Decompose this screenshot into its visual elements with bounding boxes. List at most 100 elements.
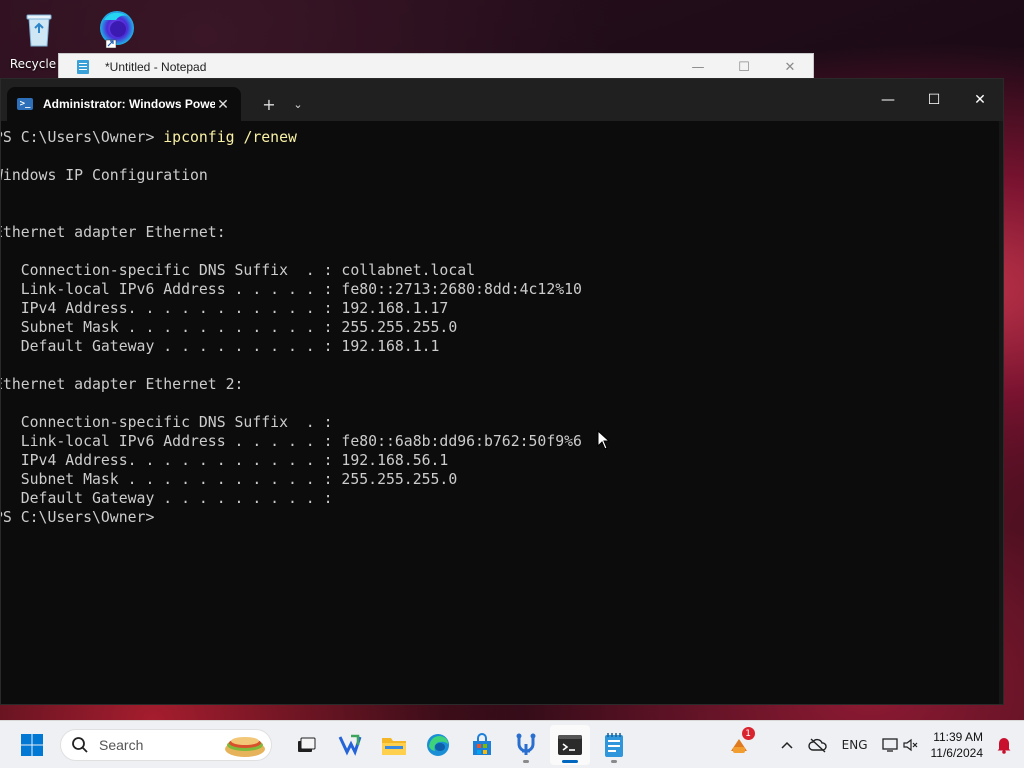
taskbar-app-microsoft-store[interactable] — [462, 725, 502, 765]
terminal-minimize-button[interactable]: — — [865, 79, 911, 121]
console-line: Link-local IPv6 Address . . . . . : fe80… — [1, 432, 582, 451]
terminal-icon — [558, 734, 582, 755]
console-line-text: Connection-specific DNS Suffix . : colla… — [1, 262, 476, 279]
console-line-text: Default Gateway . . . . . . . . . : — [1, 490, 333, 507]
console-command: ipconfig /renew — [163, 129, 297, 146]
console-line-text: Link-local IPv6 Address . . . . . : fe80… — [1, 281, 582, 298]
search-icon — [72, 736, 88, 753]
taskbar-app-file-explorer[interactable] — [374, 725, 414, 765]
console-line: PS C:\Users\Owner> ipconfig /renew — [1, 128, 582, 147]
new-tab-button[interactable]: + — [251, 87, 287, 121]
console-output[interactable]: PS C:\Users\Owner> ipconfig /renew​Windo… — [1, 121, 1003, 704]
system-tray: 1 ENG 11:39 AM 11/6/2024 — [719, 721, 1024, 768]
cloud-offline-icon — [807, 738, 827, 753]
language-indicator[interactable]: ENG — [835, 725, 875, 765]
recycle-bin-icon — [26, 14, 52, 47]
console-line: ​ — [1, 394, 582, 413]
clock[interactable]: 11:39 AM 11/6/2024 — [925, 729, 990, 761]
browser-shortcut[interactable] — [80, 6, 150, 55]
running-indicator — [523, 759, 529, 763]
console-line-text: Default Gateway . . . . . . . . . : 192.… — [1, 338, 440, 355]
search-highlight-icon — [225, 736, 265, 757]
quick-settings-button[interactable] — [875, 725, 925, 765]
terminal-maximize-button[interactable]: ☐ — [911, 79, 957, 121]
console-line: Subnet Mask . . . . . . . . . . . : 255.… — [1, 470, 582, 489]
console-line-text: Connection-specific DNS Suffix . : — [1, 414, 333, 431]
notepad-icon — [77, 60, 89, 74]
console-scrollbar[interactable] — [999, 121, 1003, 704]
clock-date: 11/6/2024 — [930, 746, 984, 760]
taskbar-app-visual-studio[interactable] — [330, 725, 370, 765]
console-line: Connection-specific DNS Suffix . : colla… — [1, 261, 582, 280]
console-line: Windows IP Configuration — [1, 166, 582, 185]
folder-icon — [382, 737, 406, 755]
taskbar-app-network-app[interactable] — [506, 725, 546, 765]
console-line-text: Windows IP Configuration — [1, 167, 208, 184]
notepad-title: *Untitled - Notepad — [105, 60, 207, 74]
console-line-text: Link-local IPv6 Address . . . . . : fe80… — [1, 433, 582, 450]
notepad-app-icon — [605, 732, 623, 757]
visual-studio-icon — [338, 734, 362, 756]
network-app-icon — [516, 733, 536, 755]
active-indicator — [562, 759, 578, 763]
console-line: Subnet Mask . . . . . . . . . . . : 255.… — [1, 318, 582, 337]
terminal-window[interactable]: >_ Administrator: Windows Powe ✕ + ⌄ — ☐… — [0, 78, 1004, 705]
taskbar-app-task-view[interactable] — [286, 725, 326, 765]
bell-alert-icon — [997, 738, 1011, 754]
console-line: IPv4 Address. . . . . . . . . . . : 192.… — [1, 299, 582, 318]
console-line: Ethernet adapter Ethernet: — [1, 223, 582, 242]
console-line: PS C:\Users\Owner> — [1, 508, 582, 527]
tab-title: Administrator: Windows Powe — [43, 97, 215, 111]
console-line-text: Ethernet adapter Ethernet: — [1, 224, 226, 241]
show-hidden-icons-button[interactable] — [773, 725, 801, 765]
onedrive-button[interactable] — [801, 725, 835, 765]
taskbar: Search 1 ENG 11:39 AM 11/6/2024 — [0, 720, 1024, 768]
start-button[interactable] — [12, 725, 52, 765]
taskbar-app-edge[interactable] — [418, 725, 458, 765]
console-line: Link-local IPv6 Address . . . . . : fe80… — [1, 280, 582, 299]
console-line: Default Gateway . . . . . . . . . : — [1, 489, 582, 508]
console-line-text: PS C:\Users\Owner> — [1, 509, 164, 526]
widgets-button[interactable]: 1 — [719, 725, 759, 765]
browser-shortcut-icon — [100, 11, 134, 49]
tab-dropdown-button[interactable]: ⌄ — [287, 87, 309, 121]
console-line: Connection-specific DNS Suffix . : — [1, 413, 582, 432]
console-line-text: IPv4 Address. . . . . . . . . . . : 192.… — [1, 300, 449, 317]
console-line-text: IPv4 Address. . . . . . . . . . . : 192.… — [1, 452, 449, 469]
windows-logo-icon — [21, 733, 43, 756]
console-line: ​ — [1, 204, 582, 223]
notepad-maximize-button[interactable]: ☐ — [721, 54, 767, 80]
terminal-close-button[interactable]: ✕ — [957, 79, 1003, 121]
console-line: ​ — [1, 356, 582, 375]
tab-powershell[interactable]: >_ Administrator: Windows Powe ✕ — [7, 87, 241, 121]
running-indicator — [611, 759, 617, 763]
console-line: Default Gateway . . . . . . . . . : 192.… — [1, 337, 582, 356]
notification-badge: 1 — [741, 727, 755, 740]
notepad-minimize-button[interactable]: — — [675, 54, 721, 80]
taskbar-app-terminal[interactable] — [550, 724, 590, 765]
console-line-text: Ethernet adapter Ethernet 2: — [1, 376, 244, 393]
edge-browser-icon — [427, 733, 449, 756]
volume-muted-icon — [902, 738, 917, 752]
tab-close-button[interactable]: ✕ — [215, 96, 231, 113]
notepad-close-button[interactable]: ✕ — [767, 54, 813, 80]
console-line: IPv4 Address. . . . . . . . . . . : 192.… — [1, 451, 582, 470]
console-line-text: PS C:\Users\Owner> — [1, 129, 164, 146]
console-line: Ethernet adapter Ethernet 2: — [1, 375, 582, 394]
taskbar-search[interactable]: Search — [60, 728, 272, 761]
task-view-icon — [298, 737, 316, 752]
console-line: ​ — [1, 185, 582, 204]
chevron-up-icon — [781, 741, 793, 749]
taskbar-app-notepad[interactable] — [594, 725, 634, 765]
console-line-text: Subnet Mask . . . . . . . . . . . : 255.… — [1, 471, 458, 488]
powershell-icon: >_ — [17, 98, 33, 110]
search-label: Search — [99, 736, 144, 753]
mouse-cursor-icon — [597, 430, 611, 450]
terminal-titlebar[interactable]: >_ Administrator: Windows Powe ✕ + ⌄ — ☐… — [1, 79, 1003, 121]
network-icon — [881, 738, 898, 752]
notifications-button[interactable] — [989, 725, 1024, 765]
console-text: PS C:\Users\Owner> ipconfig /renew​Windo… — [1, 128, 582, 527]
console-line: ​ — [1, 242, 582, 261]
store-icon — [473, 732, 491, 755]
console-line-text: Subnet Mask . . . . . . . . . . . : 255.… — [1, 319, 458, 336]
